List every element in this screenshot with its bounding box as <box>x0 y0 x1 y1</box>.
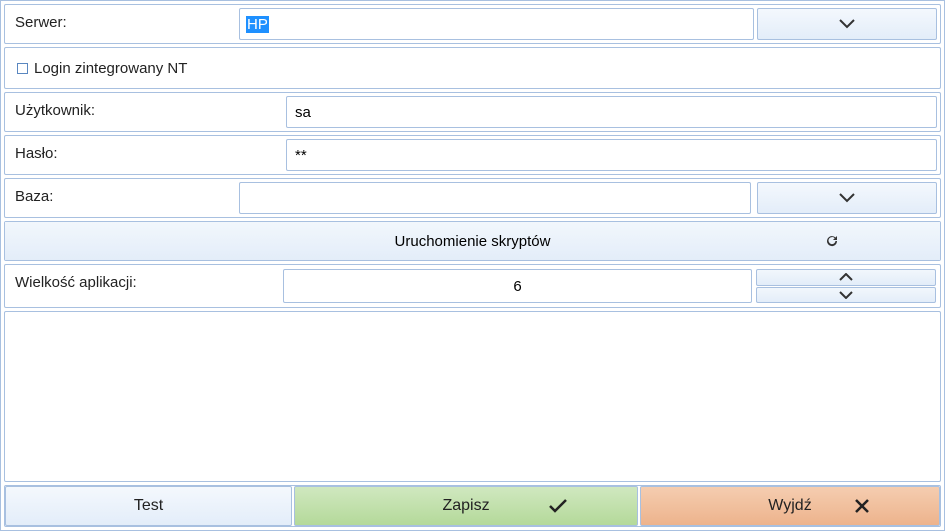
run-scripts-label: Uruchomienie skryptów <box>395 233 551 250</box>
server-row: Serwer: HP <box>4 4 941 44</box>
save-button-label: Zapisz <box>442 497 489 515</box>
footer: Test Zapisz Wyjdź <box>4 485 941 527</box>
test-button-label: Test <box>134 497 163 515</box>
config-window: Serwer: HP Login zintegrowany NT Użytkow… <box>0 0 945 531</box>
run-scripts-row: Uruchomienie skryptów <box>4 221 941 261</box>
refresh-icon <box>824 233 840 249</box>
spacer-panel <box>4 311 941 482</box>
app-size-up-button[interactable] <box>756 269 936 286</box>
test-button[interactable]: Test <box>5 486 292 526</box>
user-label: Użytkownik: <box>5 93 283 131</box>
user-row: Użytkownik: <box>4 92 941 132</box>
chevron-down-icon <box>839 193 855 203</box>
server-input[interactable]: HP <box>239 8 754 40</box>
integrated-login-checkbox[interactable] <box>17 63 28 74</box>
password-input[interactable] <box>286 139 937 171</box>
app-size-down-button[interactable] <box>756 287 936 304</box>
chevron-down-icon <box>839 19 855 29</box>
run-scripts-button[interactable]: Uruchomienie skryptów <box>5 222 940 260</box>
database-input[interactable] <box>239 182 751 214</box>
app-size-label: Wielkość aplikacji: <box>5 265 283 307</box>
integrated-login-label: Login zintegrowany NT <box>34 60 187 77</box>
password-row: Hasło: <box>4 135 941 175</box>
save-button[interactable]: Zapisz <box>294 486 638 526</box>
close-icon <box>855 499 869 513</box>
password-label: Hasło: <box>5 136 283 174</box>
app-size-input[interactable] <box>283 269 752 303</box>
app-size-spinner <box>756 269 936 303</box>
server-label: Serwer: <box>5 5 239 43</box>
form-area: Serwer: HP Login zintegrowany NT Użytkow… <box>1 1 944 482</box>
user-input[interactable] <box>286 96 937 128</box>
check-icon <box>549 499 567 513</box>
integrated-login-row[interactable]: Login zintegrowany NT <box>4 47 941 89</box>
chevron-down-icon <box>839 291 853 299</box>
server-dropdown-button[interactable] <box>757 8 937 40</box>
database-label: Baza: <box>5 179 239 217</box>
database-dropdown-button[interactable] <box>757 182 937 214</box>
chevron-up-icon <box>839 273 853 281</box>
exit-button[interactable]: Wyjdź <box>640 486 940 526</box>
exit-button-label: Wyjdź <box>768 497 811 515</box>
server-value: HP <box>246 16 269 33</box>
app-size-row: Wielkość aplikacji: <box>4 264 941 308</box>
database-row: Baza: <box>4 178 941 218</box>
